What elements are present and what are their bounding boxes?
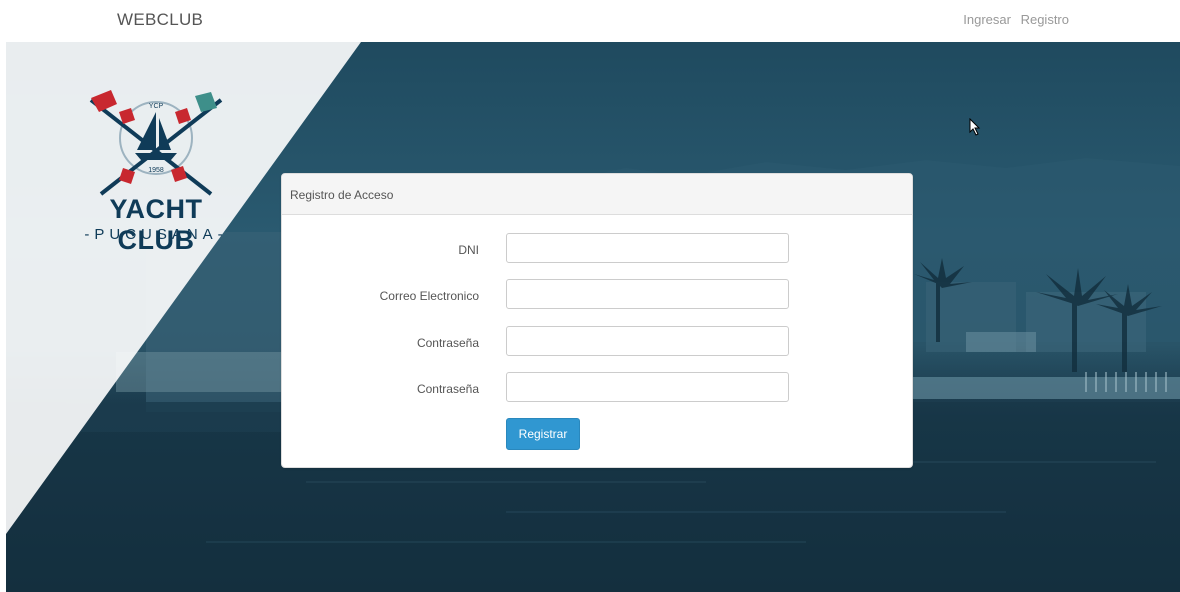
- logo-initials: YCP: [149, 103, 164, 110]
- password-confirm-input[interactable]: [506, 372, 789, 402]
- nav-link-ingresar[interactable]: Ingresar: [963, 12, 1011, 27]
- logo-year: 1958: [148, 167, 164, 174]
- register-button[interactable]: Registrar: [506, 418, 580, 450]
- registration-panel: Registro de Acceso DNI Correo Electronic…: [281, 173, 913, 468]
- panel-title: Registro de Acceso: [290, 188, 394, 202]
- logo-title: YACHT CLUB: [109, 194, 203, 255]
- nav-links: Ingresar Registro: [957, 12, 1069, 27]
- brand-link[interactable]: WEBCLUB: [117, 10, 203, 30]
- dni-label: DNI: [458, 243, 479, 257]
- email-label: Correo Electronico: [379, 289, 479, 303]
- password-input[interactable]: [506, 326, 789, 356]
- logo-subtitle: -PUCUSANA-: [84, 226, 228, 243]
- navbar: WEBCLUB Ingresar Registro: [0, 0, 1180, 42]
- logo-emblem-icon: YCP 1958: [89, 90, 223, 196]
- nav-link-registro[interactable]: Registro: [1021, 12, 1069, 27]
- password-confirm-label: Contraseña: [416, 382, 479, 396]
- yacht-club-logo: YCP 1958 YACHT CLUB -PUCUSANA-: [71, 90, 241, 255]
- password-label: Contraseña: [416, 336, 479, 350]
- panel-header: Registro de Acceso: [282, 174, 912, 215]
- email-input[interactable]: [506, 279, 789, 309]
- mouse-cursor-icon: [969, 118, 981, 136]
- dni-input[interactable]: [506, 233, 789, 263]
